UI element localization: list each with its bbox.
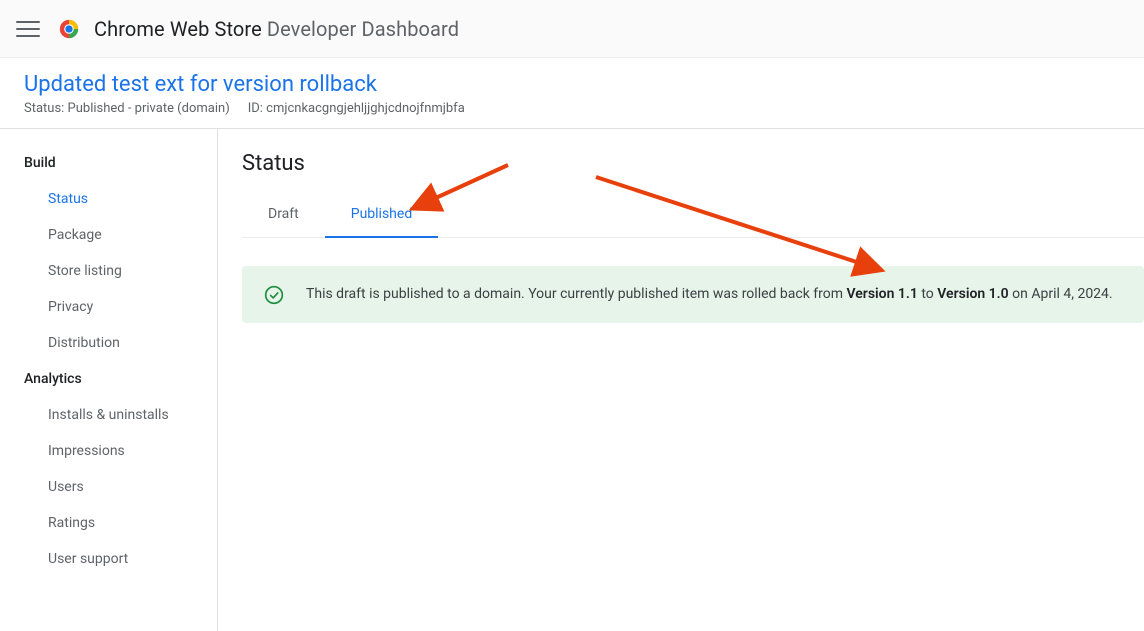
app-title-light: Developer Dashboard — [262, 17, 459, 41]
banner-suffix: on April 4, 2024. — [1009, 286, 1113, 302]
banner-to-version: Version 1.0 — [937, 286, 1008, 302]
sidebar-item-distribution[interactable]: Distribution — [24, 325, 217, 361]
sidebar-item-store-listing[interactable]: Store listing — [24, 253, 217, 289]
banner-prefix: This draft is published to a domain. You… — [306, 286, 846, 302]
success-check-icon — [264, 285, 284, 305]
app-title-strong: Chrome Web Store — [94, 17, 262, 41]
sidebar-item-status[interactable]: Status — [24, 181, 217, 217]
status-banner: This draft is published to a domain. You… — [242, 266, 1144, 323]
extension-title-link[interactable]: Updated test ext for version rollback — [24, 72, 1120, 97]
sidebar-item-package[interactable]: Package — [24, 217, 217, 253]
menu-icon[interactable] — [16, 17, 40, 41]
sidebar: Build Status Package Store listing Priva… — [0, 129, 218, 631]
sidebar-section-build: Build — [24, 145, 217, 181]
content-area: Build Status Package Store listing Priva… — [0, 129, 1144, 631]
page-title: Status — [242, 151, 1144, 176]
id-label: ID: — [248, 101, 266, 116]
app-title: Chrome Web Store Developer Dashboard — [94, 17, 459, 41]
status-value: Published - private (domain) — [68, 101, 230, 116]
sidebar-item-users[interactable]: Users — [24, 469, 217, 505]
status-label: Status: — [24, 101, 68, 116]
main: Status Draft Published This draft is pub… — [218, 129, 1144, 631]
sidebar-item-user-support[interactable]: User support — [24, 541, 217, 577]
extension-meta: Status: Published - private (domain)ID: … — [24, 101, 1120, 116]
sidebar-item-ratings[interactable]: Ratings — [24, 505, 217, 541]
tabs: Draft Published — [242, 206, 1144, 238]
tab-draft[interactable]: Draft — [242, 206, 325, 238]
topbar: Chrome Web Store Developer Dashboard — [0, 0, 1144, 58]
sidebar-section-analytics: Analytics — [24, 361, 217, 397]
sidebar-item-impressions[interactable]: Impressions — [24, 433, 217, 469]
chrome-web-store-logo-icon — [58, 18, 80, 40]
id-value: cmjcnkacgngjehljjghjcdnojfnmjbfa — [266, 101, 465, 116]
banner-mid: to — [918, 286, 937, 302]
sidebar-item-privacy[interactable]: Privacy — [24, 289, 217, 325]
banner-text: This draft is published to a domain. You… — [306, 284, 1113, 305]
subheader: Updated test ext for version rollback St… — [0, 58, 1144, 129]
tab-published[interactable]: Published — [325, 206, 438, 238]
sidebar-item-installs-uninstalls[interactable]: Installs & uninstalls — [24, 397, 217, 433]
banner-from-version: Version 1.1 — [846, 286, 917, 302]
